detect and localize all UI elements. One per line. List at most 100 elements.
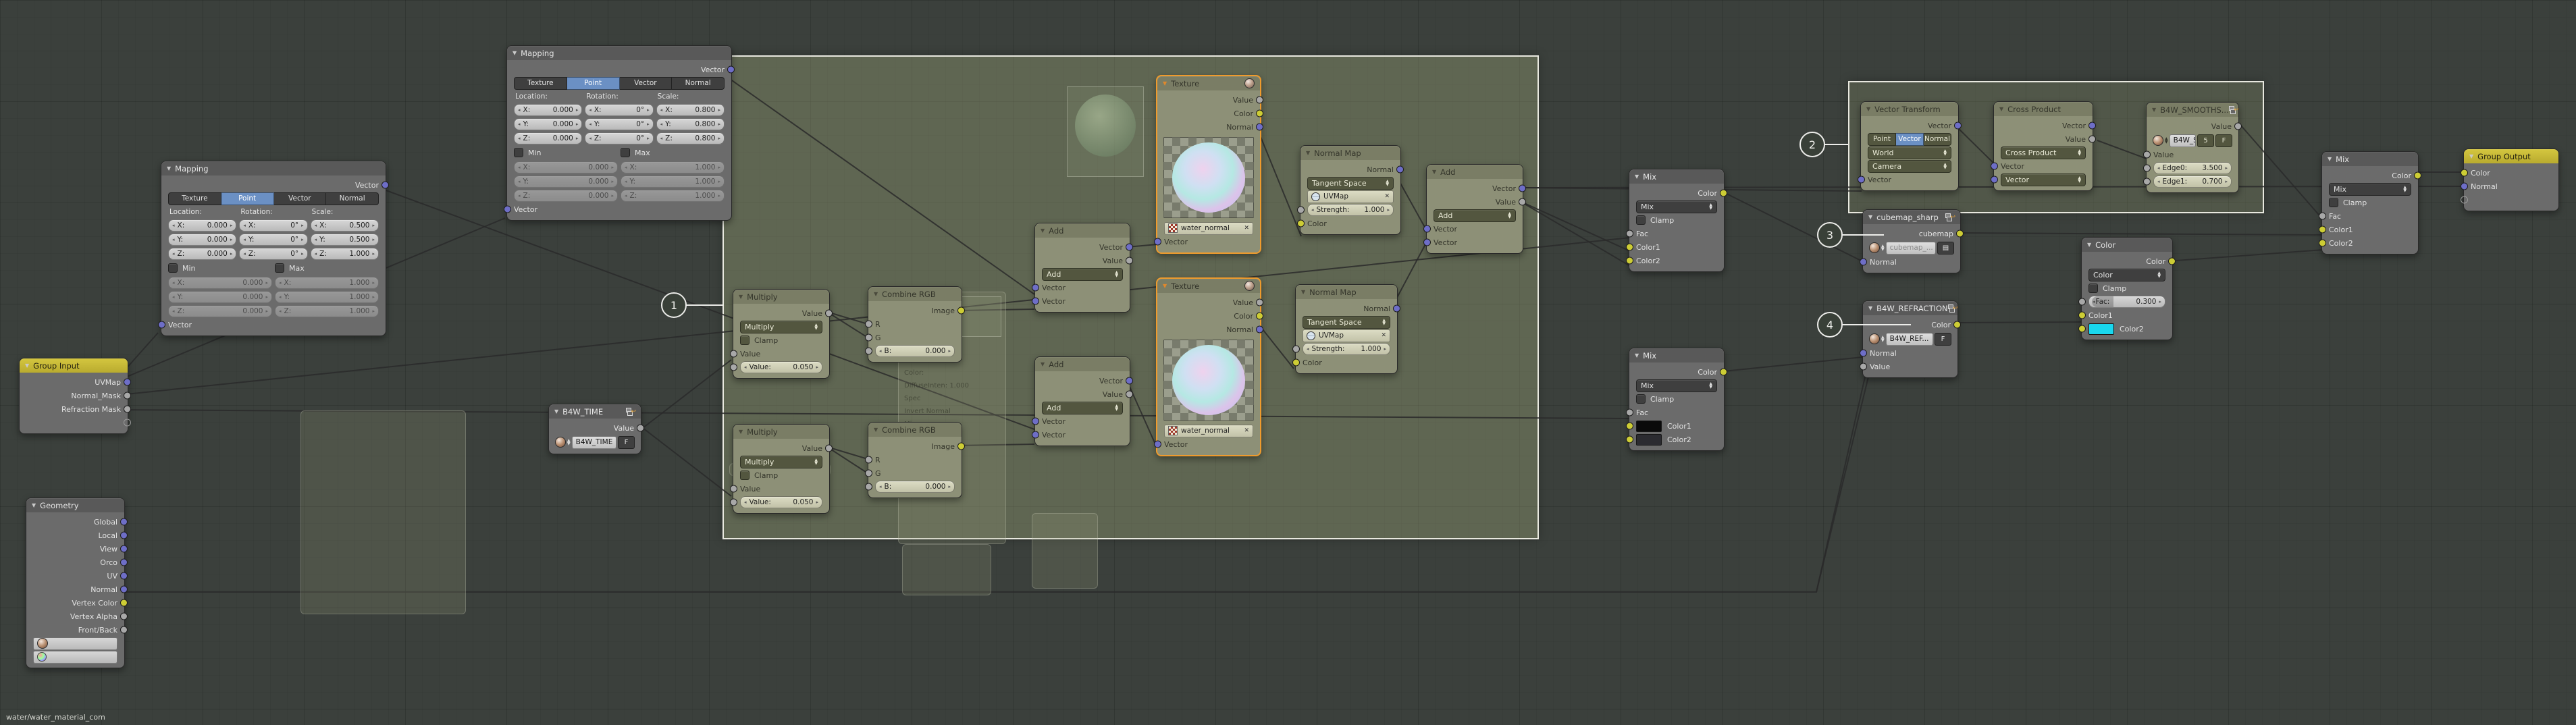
socket-color[interactable]: [1720, 190, 1727, 197]
socket-empty[interactable]: [124, 419, 131, 427]
socket-value[interactable]: [1519, 198, 1526, 206]
value-field[interactable]: ◂Y:0.000▸: [514, 176, 618, 188]
node-header[interactable]: ▼B4W_TIME↩: [549, 404, 641, 419]
value-field[interactable]: ◂X:0°▸: [239, 219, 307, 232]
socket-vector[interactable]: [504, 206, 511, 213]
fake-user-button[interactable]: F: [618, 436, 635, 449]
node-mapping-1[interactable]: ▼MappingVectorTexturePointVectorNormalLo…: [161, 161, 386, 336]
selector-field[interactable]: [33, 651, 117, 664]
value-field[interactable]: ◂X:1.000▸: [621, 161, 725, 173]
socket-value[interactable]: [865, 334, 872, 342]
node-vector-transform[interactable]: ▼Vector TransformVectorPointVectorNormal…: [1860, 101, 1959, 191]
collapse-triangle-icon[interactable]: ▼: [739, 429, 743, 435]
collapse-triangle-icon[interactable]: ▼: [512, 50, 517, 56]
socket-vector[interactable]: [1032, 298, 1039, 305]
node-multiply-2[interactable]: ▼MultiplyValueMultiply▲ ▼ClampValue◂Valu…: [733, 424, 830, 514]
value-field[interactable]: ◂Edge0:3.500▸: [2153, 162, 2232, 174]
socket-value[interactable]: [1626, 230, 1633, 238]
node-cross-product[interactable]: ▼Cross ProductVectorValueCross Product▲ …: [1993, 101, 2093, 191]
node-header[interactable]: ▼B4W_REFRACTION↩: [1863, 301, 1957, 315]
socket-color[interactable]: [2461, 169, 2468, 177]
socket-vector[interactable]: [1126, 244, 1133, 251]
socket-color[interactable]: [2078, 325, 2086, 333]
node-multiply-1[interactable]: ▼MultiplyValueMultiply▲ ▼ClampValue◂Valu…: [733, 289, 830, 379]
collapse-triangle-icon[interactable]: ▼: [1163, 80, 1167, 86]
node-mix-3[interactable]: ▼MixColorMix▲ ▼ClampFacColor1Color2: [2321, 151, 2419, 254]
socket-color[interactable]: [1626, 257, 1633, 265]
dropdown[interactable]: Mix▲ ▼: [2329, 183, 2411, 196]
checkbox[interactable]: [1636, 215, 1646, 225]
node-add-2[interactable]: ▼AddVectorValueAdd▲ ▼VectorVector: [1034, 356, 1130, 446]
value-field[interactable]: ◂X:0.000▸: [168, 219, 236, 232]
socket-color[interactable]: [1626, 436, 1633, 444]
image-datablock-field[interactable]: water_normal✕: [1164, 222, 1253, 235]
collapse-triangle-icon[interactable]: ▼: [167, 165, 171, 171]
tab-texture[interactable]: Texture: [168, 192, 221, 205]
socket-vector[interactable]: [1393, 305, 1400, 313]
collapse-triangle-icon[interactable]: ▼: [32, 502, 36, 508]
node-header[interactable]: ▼Cross Product: [1994, 102, 2093, 116]
node-texture-1[interactable]: ▼TextureValueColorNormalwater_normal✕Vec…: [1156, 75, 1261, 254]
value-field[interactable]: ◂Z:0°▸: [585, 132, 653, 144]
collapse-triangle-icon[interactable]: ▼: [1866, 106, 1870, 112]
tab-point[interactable]: Point: [1868, 133, 1896, 146]
node-header[interactable]: ▼Mix: [1629, 169, 1724, 184]
socket-value[interactable]: [120, 613, 128, 620]
socket-value[interactable]: [120, 626, 128, 634]
checkbox[interactable]: [740, 335, 750, 345]
socket-value[interactable]: [865, 483, 872, 491]
fake-user-button[interactable]: F: [1935, 333, 1951, 346]
value-field[interactable]: ◂Strength:1.000▸: [1303, 343, 1390, 355]
value-field[interactable]: ◂B:0.000▸: [875, 345, 955, 357]
socket-vector[interactable]: [1032, 431, 1039, 439]
dropdown[interactable]: Multiply▲ ▼: [740, 321, 822, 333]
value-field[interactable]: ◂Y:0.500▸: [311, 234, 379, 246]
node-normal-map-2[interactable]: ▼Normal MapNormalTangent Space▲ ▼UVMap✕◂…: [1295, 284, 1398, 374]
socket-value[interactable]: [865, 348, 872, 355]
stepper-icon[interactable]: ▲ ▼: [1881, 244, 1885, 251]
value-field[interactable]: ◂X:0.000▸: [168, 277, 272, 289]
collapse-triangle-icon[interactable]: ▼: [1999, 106, 2003, 112]
stepper-icon[interactable]: ▲ ▼: [567, 439, 571, 446]
new-datablock-button[interactable]: ▤: [1937, 242, 1954, 254]
socket-vector[interactable]: [120, 532, 128, 539]
dropdown[interactable]: Cross Product▲ ▼: [2001, 146, 2086, 159]
socket-vector[interactable]: [120, 572, 128, 580]
collapse-triangle-icon[interactable]: ▼: [1041, 227, 1045, 234]
nodegroup-name[interactable]: B4W_S: [2170, 134, 2196, 147]
value-field[interactable]: ◂X:0°▸: [585, 104, 653, 116]
dropdown[interactable]: Mix▲ ▼: [1636, 200, 1717, 213]
node-header[interactable]: ▼Geometry: [26, 498, 124, 512]
socket-value[interactable]: [865, 456, 872, 464]
dropdown[interactable]: Camera▲ ▼: [1868, 160, 1951, 173]
socket-value[interactable]: [1126, 391, 1133, 398]
value-field[interactable]: ◂Z:0.000▸: [168, 248, 236, 260]
collapse-triangle-icon[interactable]: ▼: [1635, 173, 1639, 180]
node-header[interactable]: ▼Multiply: [733, 290, 829, 304]
socket-color[interactable]: [2414, 172, 2421, 180]
socket-color[interactable]: [957, 307, 965, 315]
value-field[interactable]: ◂Y:0°▸: [585, 118, 653, 130]
node-mix-1[interactable]: ▼MixColorMix▲ ▼ClampFacColor1Color2: [1629, 169, 1725, 272]
color-swatch[interactable]: [1636, 434, 1662, 446]
socket-color[interactable]: [2319, 226, 2326, 234]
collapse-triangle-icon[interactable]: ▼: [1041, 361, 1045, 367]
dropdown[interactable]: Mix▲ ▼: [1636, 379, 1717, 392]
node-normal-map-1[interactable]: ▼Normal MapNormalTangent Space▲ ▼UVMap✕◂…: [1300, 145, 1401, 235]
node-texture-2[interactable]: ▼TextureValueColorNormalwater_normal✕Vec…: [1156, 277, 1261, 456]
socket-vector[interactable]: [158, 321, 165, 329]
socket-value[interactable]: [865, 470, 872, 477]
node-add-3[interactable]: ▼AddVectorValueAdd▲ ▼VectorVector: [1426, 164, 1523, 254]
node-header[interactable]: ▼Group Output: [2464, 149, 2558, 163]
nodegroup-name[interactable]: B4W_REF...: [1886, 333, 1933, 346]
socket-vector[interactable]: [1858, 176, 1865, 184]
collapse-triangle-icon[interactable]: ▼: [1635, 352, 1639, 358]
socket-vector[interactable]: [1154, 441, 1161, 448]
node-cubemap-sharp[interactable]: ▼cubemap_sharp↩cubemap▲ ▼cubemap_...▤Nor…: [1862, 209, 1961, 273]
dropdown[interactable]: Add▲ ▼: [1042, 268, 1123, 281]
checkbox[interactable]: [740, 471, 750, 480]
value-field[interactable]: ◂Value:0.050▸: [740, 361, 822, 373]
tab-normal[interactable]: Normal: [326, 192, 379, 205]
tab-point[interactable]: Point: [567, 77, 620, 90]
checkbox[interactable]: [1636, 394, 1646, 404]
